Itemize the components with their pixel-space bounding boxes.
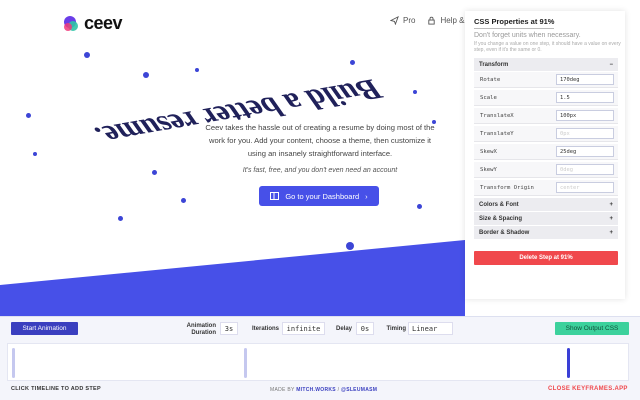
nav-label-pro: Pro — [403, 16, 416, 25]
ceev-logo[interactable]: ceev — [62, 13, 123, 34]
skewx-input[interactable] — [556, 146, 614, 157]
decor-dot — [417, 204, 422, 209]
start-animation-button[interactable]: Start Animation — [11, 322, 78, 335]
delay-label: Delay — [335, 326, 352, 332]
property-row-scale: Scale — [474, 90, 618, 106]
property-label: Scale — [480, 94, 497, 101]
paper-plane-icon — [390, 16, 399, 25]
delay-input[interactable]: 0s — [356, 322, 374, 335]
section-border-shadow[interactable]: Border & Shadow + — [474, 226, 618, 239]
decor-dot — [432, 120, 436, 124]
scale-input[interactable] — [556, 92, 614, 103]
section-label: Size & Spacing — [479, 215, 523, 222]
decor-dot — [143, 72, 149, 78]
decor-dot — [346, 242, 354, 250]
credit-prefix: MADE BY — [270, 387, 295, 393]
timeline-track[interactable] — [7, 343, 629, 381]
decor-dot — [152, 170, 157, 175]
property-label: Transform Origin — [480, 184, 534, 191]
decor-dot — [195, 68, 199, 72]
decor-dot — [350, 60, 355, 65]
property-row-translatex: TranslateX — [474, 108, 618, 124]
property-row-translatey: TranslateY — [474, 126, 618, 142]
property-label: Rotate — [480, 76, 501, 83]
section-size-spacing[interactable]: Size & Spacing + — [474, 212, 618, 225]
hero-description: Ceev takes the hassle out of creating a … — [205, 123, 435, 158]
css-properties-panel: CSS Properties at 91% Don't forget units… — [465, 11, 625, 299]
keyframes-editor: Start Animation Animation Duration 3s It… — [0, 316, 640, 400]
decor-dot — [181, 198, 186, 203]
credit-link-twitter[interactable]: @SLEUMASM — [341, 387, 377, 393]
property-row-transform-origin: Transform Origin — [474, 180, 618, 196]
property-row-rotate: Rotate — [474, 72, 618, 88]
translatex-input[interactable] — [556, 110, 614, 121]
timeline-step-marker[interactable] — [12, 348, 15, 378]
translatey-input[interactable] — [556, 128, 614, 139]
dashboard-button-label: Go to your Dashboard — [285, 191, 360, 201]
ceev-logo-mark-icon — [62, 15, 80, 33]
timeline-step-marker[interactable] — [243, 348, 247, 378]
panel-title: CSS Properties at 91% — [474, 17, 555, 29]
lock-icon — [428, 16, 436, 25]
nav-item-pro[interactable]: Pro — [390, 16, 415, 25]
property-label: SkewY — [480, 166, 497, 173]
property-label: SkewX — [480, 148, 497, 155]
close-keyframes-link[interactable]: CLOSE KEYFRAMES.APP — [548, 386, 628, 392]
section-label: Border & Shadow — [479, 229, 530, 236]
panel-note-small: If you change a value on one step, it sh… — [474, 41, 621, 53]
show-output-css-button[interactable]: Show Output CSS — [555, 322, 629, 335]
decor-dot — [26, 113, 31, 118]
iterations-input[interactable]: infinite — [282, 322, 325, 335]
timing-label: Timing — [386, 326, 406, 332]
section-colors-font[interactable]: Colors & Font + — [474, 198, 618, 211]
delete-step-button[interactable]: Delete Step at 91% — [474, 251, 618, 265]
credits: MADE BY MITCH.WORKS / @SLEUMASM — [270, 387, 377, 393]
property-label: TranslateY — [480, 130, 514, 137]
panel-note: Don't forget units when necessary. — [474, 32, 581, 39]
chevron-right-icon: › — [365, 191, 368, 201]
decor-dot — [413, 90, 417, 94]
decor-dot — [84, 52, 90, 58]
logo-text: ceev — [84, 13, 123, 33]
expand-icon: + — [609, 215, 613, 222]
dashboard-button[interactable]: Go to your Dashboard › — [259, 186, 379, 206]
top-navigation: Pro Help & I — [390, 16, 475, 25]
timeline-hint: CLICK TIMELINE TO ADD STEP — [11, 386, 101, 392]
decor-dot — [33, 152, 37, 156]
transform-origin-input[interactable] — [556, 182, 614, 193]
section-label: Transform — [479, 61, 509, 68]
hero-subline: It's fast, free, and you don't even need… — [242, 167, 398, 174]
timing-select[interactable]: Linear — [408, 322, 453, 335]
duration-label: Animation Duration — [172, 323, 216, 337]
collapse-icon: − — [609, 61, 613, 68]
iterations-label: Iterations — [251, 326, 279, 332]
credit-separator: / — [337, 387, 340, 393]
duration-label-line2: Duration — [191, 330, 216, 336]
section-transform[interactable]: Transform − — [474, 58, 618, 71]
expand-icon: + — [609, 229, 613, 236]
duration-input[interactable]: 3s — [220, 322, 238, 335]
rotate-input[interactable] — [556, 74, 614, 85]
nav-item-help[interactable]: Help & I — [427, 16, 469, 25]
duration-label-line1: Animation — [186, 323, 216, 329]
skewy-input[interactable] — [556, 164, 614, 175]
section-label: Colors & Font — [479, 201, 519, 208]
property-label: TranslateX — [480, 112, 514, 119]
property-row-skewx: SkewX — [474, 144, 618, 160]
expand-icon: + — [609, 201, 613, 208]
credit-link-mitch[interactable]: MITCH.WORKS — [296, 387, 336, 393]
decor-dot — [118, 216, 123, 221]
timeline-step-marker[interactable] — [567, 348, 571, 378]
layout-icon — [270, 192, 280, 200]
property-row-skewy: SkewY — [474, 162, 618, 178]
